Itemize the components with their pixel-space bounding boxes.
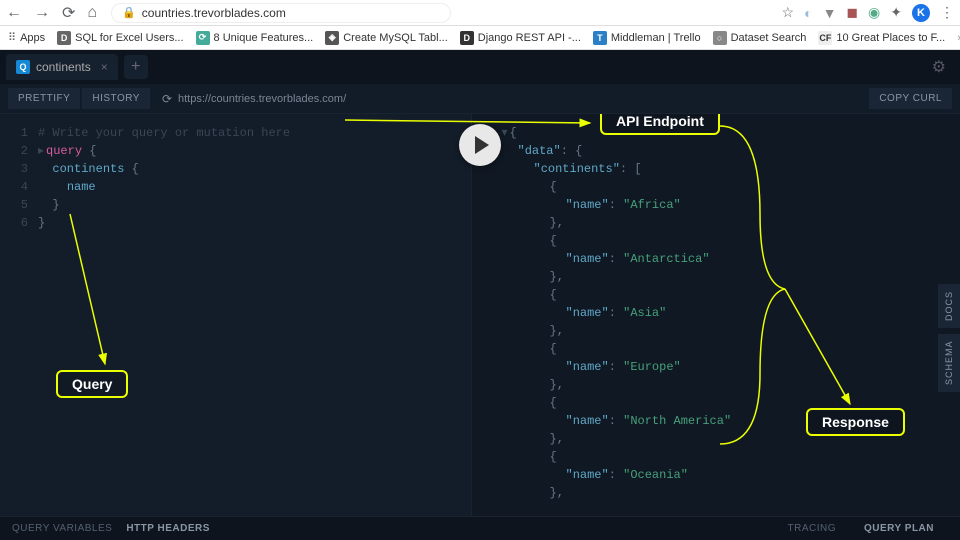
run-query-button[interactable] xyxy=(459,124,501,166)
http-headers-tab[interactable]: HTTP HEADERS xyxy=(126,523,210,534)
bookmark-item[interactable]: ⟳8 Unique Features... xyxy=(196,31,314,45)
play-icon xyxy=(475,136,489,154)
query-variables-tab[interactable]: QUERY VARIABLES xyxy=(12,523,112,534)
schema-tab[interactable]: SCHEMA xyxy=(938,334,960,392)
response-viewer[interactable]: ▾{ "data": { "continents": [ { "name": "… xyxy=(471,114,960,516)
toolbar: PRETTIFY HISTORY ⟳ https://countries.tre… xyxy=(0,84,960,114)
address-bar[interactable]: 🔒 countries.trevorblades.com xyxy=(111,3,451,23)
ext-icon-1[interactable]: ◐ xyxy=(804,5,812,21)
query-type-icon: Q xyxy=(16,60,30,74)
tracing-tab[interactable]: TRACING xyxy=(787,523,836,534)
tab-continents[interactable]: Q continents × xyxy=(6,54,118,80)
bookmark-item[interactable]: CF10 Great Places to F... xyxy=(818,31,945,45)
reload-icon[interactable]: ⟳ xyxy=(62,3,75,23)
bookmark-item[interactable]: ○Dataset Search xyxy=(713,31,807,45)
extensions-icon[interactable]: ✦ xyxy=(890,4,902,21)
back-icon[interactable]: ← xyxy=(6,4,22,22)
bookmark-icon: ◈ xyxy=(325,31,339,45)
address-text: countries.trevorblades.com xyxy=(142,6,286,20)
star-icon[interactable]: ☆ xyxy=(782,4,795,21)
endpoint-input[interactable]: ⟳ https://countries.trevorblades.com/ xyxy=(152,92,867,106)
reload-icon[interactable]: ⟳ xyxy=(162,92,172,106)
tab-label: continents xyxy=(36,60,91,74)
ext-icon-3[interactable]: ◼ xyxy=(846,4,858,21)
forward-icon[interactable]: → xyxy=(34,4,50,22)
endpoint-url: https://countries.trevorblades.com/ xyxy=(178,93,346,105)
bookmark-item[interactable]: ◈Create MySQL Tabl... xyxy=(325,31,448,45)
lock-icon: 🔒 xyxy=(122,6,136,19)
gear-icon[interactable]: ⚙ xyxy=(932,57,946,77)
bookmark-item[interactable]: DSQL for Excel Users... xyxy=(57,31,183,45)
close-icon[interactable]: × xyxy=(101,60,108,74)
editor-area: 1# Write your query or mutation here 2▸q… xyxy=(0,114,960,516)
bookmark-icon: ⟳ xyxy=(196,31,210,45)
ext-icon-2[interactable]: ▼ xyxy=(823,5,837,21)
copy-curl-button[interactable]: COPY CURL xyxy=(869,88,952,109)
history-button[interactable]: HISTORY xyxy=(82,88,150,109)
query-editor[interactable]: 1# Write your query or mutation here 2▸q… xyxy=(0,114,471,516)
query-plan-tab[interactable]: QUERY PLAN xyxy=(864,523,934,534)
apps-icon: ⠿ xyxy=(8,31,16,44)
bookmark-bar: ⠿ Apps DSQL for Excel Users... ⟳8 Unique… xyxy=(0,26,960,50)
bookmark-icon: ○ xyxy=(713,31,727,45)
footer-bar: QUERY VARIABLES HTTP HEADERS TRACING QUE… xyxy=(0,516,960,540)
graphql-playground: Q continents × + ⚙ PRETTIFY HISTORY ⟳ ht… xyxy=(0,50,960,540)
ext-icon-4[interactable]: ◉ xyxy=(868,4,880,21)
bookmark-icon: T xyxy=(593,31,607,45)
menu-icon[interactable]: ⋮ xyxy=(940,4,954,21)
bookmark-icon: D xyxy=(57,31,71,45)
add-tab-button[interactable]: + xyxy=(124,55,148,79)
browser-nav-bar: ← → ⟳ ⌂ 🔒 countries.trevorblades.com ☆ ◐… xyxy=(0,0,960,26)
docs-tab[interactable]: DOCS xyxy=(938,284,960,328)
apps-button[interactable]: ⠿ Apps xyxy=(8,31,45,44)
bookmark-icon: D xyxy=(460,31,474,45)
bookmark-item[interactable]: DDjango REST API -... xyxy=(460,31,581,45)
profile-avatar[interactable]: K xyxy=(912,4,930,22)
tab-bar: Q continents × + ⚙ xyxy=(0,50,960,84)
home-icon[interactable]: ⌂ xyxy=(87,4,97,22)
prettify-button[interactable]: PRETTIFY xyxy=(8,88,80,109)
bookmark-icon: CF xyxy=(818,31,832,45)
bookmark-item[interactable]: TMiddleman | Trello xyxy=(593,31,701,45)
